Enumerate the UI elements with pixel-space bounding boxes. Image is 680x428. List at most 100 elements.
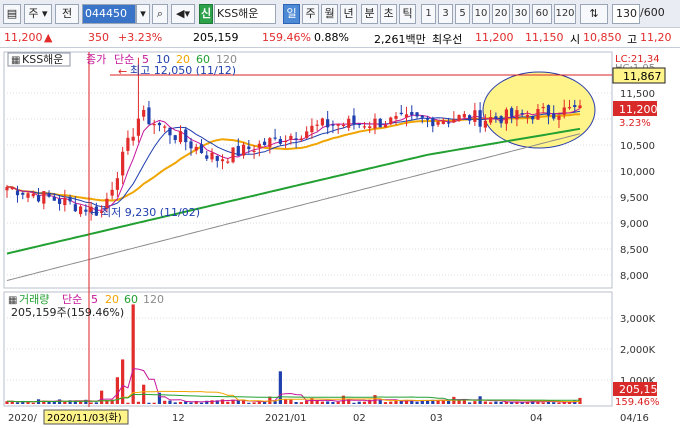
price-tick: 9,000	[620, 219, 649, 230]
num-button-20[interactable]: 20	[492, 4, 510, 24]
stock-name-field[interactable]: KSS해운	[214, 4, 276, 24]
stock-code-input[interactable]: 044450	[82, 4, 136, 24]
candle-body	[31, 193, 35, 197]
min-price-label: 최저 9,230 (11/02)	[101, 206, 200, 219]
volume-bar	[152, 402, 156, 404]
candle-body	[515, 110, 519, 120]
candle-body	[294, 138, 298, 140]
quote-amount: 2,261백만	[374, 33, 426, 46]
speaker-icon[interactable]: ◀▾	[171, 4, 195, 24]
volume-bar	[100, 390, 104, 404]
candle-body	[299, 138, 303, 140]
period-minute[interactable]: 분	[361, 4, 378, 24]
volume-bar	[331, 401, 335, 404]
volume-bar	[189, 402, 193, 404]
num-button-5[interactable]: 5	[455, 4, 470, 24]
quote-ask: 11,150	[525, 31, 564, 44]
quote-change-pct: +3.23%	[118, 31, 163, 44]
candle-body	[567, 107, 572, 109]
candle-body	[504, 109, 509, 124]
volume-bar	[226, 401, 230, 404]
period-tick[interactable]: 틱	[399, 4, 416, 24]
new-badge: 신	[199, 4, 213, 24]
cursor-date-label: 2020/11/03(화)	[47, 412, 122, 424]
candle-body	[378, 118, 382, 128]
period-week[interactable]: 주	[302, 4, 319, 24]
candle-body	[326, 119, 330, 128]
candle-body	[536, 109, 540, 120]
candle-body	[483, 120, 487, 128]
period-day[interactable]: 일	[283, 4, 300, 24]
num-button-10[interactable]: 10	[472, 4, 490, 24]
candle-body	[131, 136, 135, 141]
candle-body	[199, 144, 204, 154]
volume-bar	[247, 402, 251, 404]
stock-chart[interactable]: ▦ KSS해운 종가 단순 5 10 20 60 120 ← 최고 12,050…	[0, 48, 680, 428]
code-dropdown[interactable]: ▾	[136, 4, 150, 24]
volume-bar	[383, 402, 388, 404]
volume-tick: 2,000K	[620, 345, 656, 356]
volume-bar	[210, 400, 214, 404]
candle-body	[425, 118, 430, 120]
last-pct-label: 3.23%	[619, 118, 651, 129]
last-price-label: 11,200	[619, 103, 658, 116]
candle-body	[257, 143, 261, 148]
candle-body	[368, 126, 372, 129]
candle-body	[284, 140, 288, 143]
x-tick: 12	[172, 413, 185, 424]
volume-bar	[220, 399, 225, 404]
volume-bar	[446, 400, 451, 404]
chart-area[interactable]: ▦ KSS해운 종가 단순 5 10 20 60 120 ← 최고 12,050…	[0, 48, 680, 428]
num-button-120[interactable]: 120	[554, 4, 576, 24]
layout-icon[interactable]: ⇅	[580, 4, 608, 24]
num-button-60[interactable]: 60	[532, 4, 552, 24]
volume-bar	[562, 402, 566, 404]
volume-bar	[131, 304, 135, 404]
quote-open: 10,850	[583, 31, 622, 44]
count-input[interactable]: 130	[612, 4, 640, 24]
candle-body	[178, 131, 183, 143]
candle-body	[110, 189, 114, 196]
volume-bar	[63, 401, 67, 404]
candle-body	[431, 118, 435, 127]
candle-body	[562, 107, 566, 115]
candle-body	[525, 114, 530, 118]
candle-body	[231, 147, 235, 163]
period-month[interactable]: 월	[321, 4, 338, 24]
quote-volume: 205,159	[193, 31, 239, 44]
candle-body	[446, 122, 451, 124]
num-button-30[interactable]: 30	[512, 4, 530, 24]
volume-bar	[236, 400, 240, 404]
candle-body	[494, 116, 498, 119]
volume-legend-ma5: 5	[91, 293, 98, 306]
volume-bar	[26, 401, 30, 404]
volume-bar	[415, 401, 419, 404]
volume-legend-simple: 단순	[62, 293, 82, 306]
candle-body	[163, 126, 167, 128]
volume-bar	[489, 402, 493, 404]
volume-bar	[294, 401, 298, 404]
candle-body	[36, 195, 41, 202]
x-tick: 03	[430, 413, 443, 424]
candle-body	[315, 124, 319, 126]
quote-bar: 11,200 ▲ 350 +3.23% 205,159 159.46% 0.88…	[0, 28, 680, 48]
high-label: 고	[627, 33, 638, 46]
scope-button[interactable]: 전	[55, 4, 79, 24]
candle-body	[336, 124, 340, 126]
volume-bar	[178, 401, 183, 404]
candle-body	[352, 115, 356, 125]
menu-button[interactable]: ▤	[3, 4, 21, 24]
period-year[interactable]: 년	[340, 4, 357, 24]
candle-body	[273, 137, 277, 139]
volume-bar	[284, 399, 288, 404]
period-second[interactable]: 초	[380, 4, 397, 24]
candle-body	[121, 151, 125, 176]
candle-body	[78, 206, 83, 215]
candle-body	[252, 150, 256, 153]
candle-body	[184, 129, 188, 143]
type-select[interactable]: 주 ▾	[24, 4, 52, 24]
num-button-3[interactable]: 3	[438, 4, 453, 24]
candle-body	[189, 141, 193, 149]
num-button-1[interactable]: 1	[421, 4, 436, 24]
search-icon[interactable]: ⌕	[152, 4, 168, 24]
